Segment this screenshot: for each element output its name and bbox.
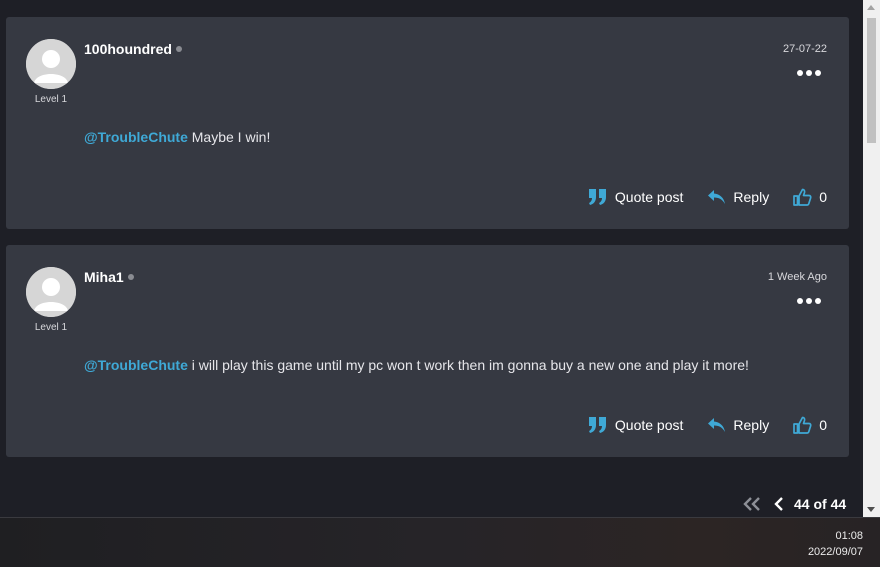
default-user-icon <box>26 267 76 317</box>
online-status-dot <box>175 46 182 52</box>
more-options-icon <box>797 298 803 304</box>
post-text: Maybe I win! <box>187 129 271 145</box>
like-button[interactable]: 0 <box>793 188 827 206</box>
avatar[interactable] <box>26 39 76 89</box>
system-clock[interactable]: 01:08 2022/09/07 <box>808 528 863 560</box>
default-user-icon <box>26 39 76 89</box>
vertical-scrollbar[interactable] <box>863 0 880 517</box>
post-content: @TroubleChute i will play this game unti… <box>84 357 749 373</box>
post-date: 1 Week Ago <box>767 271 827 283</box>
scrollbar-thumb[interactable] <box>867 18 876 143</box>
reply-button[interactable]: Reply <box>707 189 769 205</box>
mention-link[interactable]: @TroubleChute <box>84 129 188 145</box>
username-text[interactable]: Miha1 <box>84 269 124 285</box>
post-actions: Quote post Reply 0 <box>564 414 827 436</box>
clock-time: 01:08 <box>835 530 863 542</box>
more-options-button[interactable] <box>797 291 825 304</box>
online-status-dot <box>127 274 134 280</box>
post-text: i will play this game until my pc won t … <box>187 357 749 373</box>
clock-date: 2022/09/07 <box>807 546 863 558</box>
thumbs-up-icon <box>793 416 812 434</box>
more-options-button[interactable] <box>797 63 825 76</box>
user-level: Level 1 <box>34 94 68 105</box>
quote-post-label: Quote post <box>614 189 684 205</box>
username[interactable]: Miha1 <box>84 269 134 285</box>
forum-page: Level 1 100houndred 27-07-22 @TroubleChu… <box>0 0 863 517</box>
post-card: Level 1 Miha1 1 Week Ago @TroubleChute i… <box>6 245 849 457</box>
avatar[interactable] <box>26 267 76 317</box>
post-date: 27-07-22 <box>782 43 827 55</box>
quote-icon <box>588 417 606 433</box>
taskbar: 01:08 2022/09/07 <box>0 517 880 567</box>
reply-label: Reply <box>733 189 770 205</box>
username-text[interactable]: 100houndred <box>84 41 172 57</box>
quote-icon <box>588 189 606 205</box>
post-card: Level 1 100houndred 27-07-22 @TroubleChu… <box>6 17 849 229</box>
mention-link[interactable]: @TroubleChute <box>84 357 188 373</box>
thumbs-up-icon <box>793 188 812 206</box>
username[interactable]: 100houndred <box>84 41 182 57</box>
reply-button[interactable]: Reply <box>707 417 769 433</box>
previous-page-icon[interactable] <box>774 497 784 511</box>
reply-icon <box>708 190 726 204</box>
scroll-up-arrow-icon[interactable] <box>867 5 875 10</box>
post-actions: Quote post Reply 0 <box>564 186 827 208</box>
reply-icon <box>708 418 726 432</box>
first-page-icon[interactable] <box>742 497 762 511</box>
like-button[interactable]: 0 <box>793 416 827 434</box>
pagination: 44 of 44 <box>742 494 846 514</box>
reply-label: Reply <box>733 417 770 433</box>
like-count: 0 <box>819 189 827 205</box>
more-options-icon <box>797 70 803 76</box>
post-content: @TroubleChute Maybe I win! <box>84 129 270 145</box>
quote-post-button[interactable]: Quote post <box>588 188 684 206</box>
like-count: 0 <box>819 417 827 433</box>
quote-post-label: Quote post <box>614 417 684 433</box>
page-indicator: 44 of 44 <box>794 496 847 512</box>
quote-post-button[interactable]: Quote post <box>588 416 684 434</box>
user-level: Level 1 <box>34 322 68 333</box>
scroll-down-arrow-icon[interactable] <box>867 507 875 512</box>
